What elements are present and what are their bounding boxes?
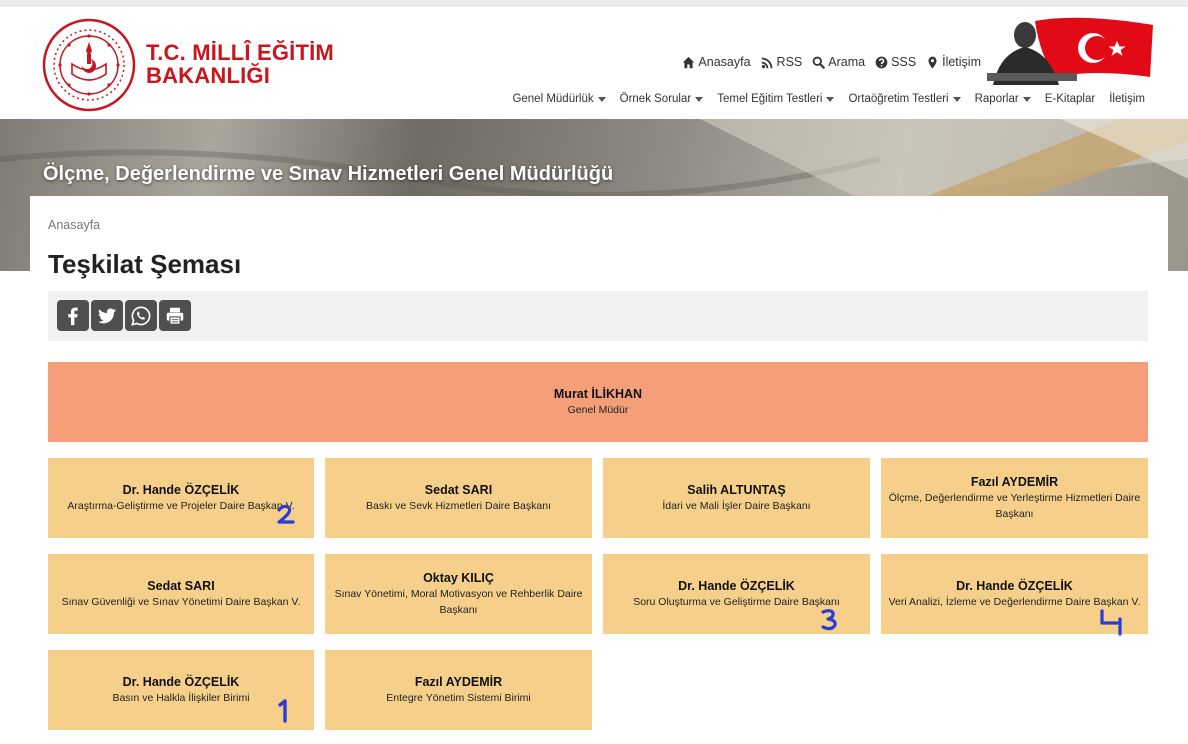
question-icon bbox=[875, 56, 888, 68]
whatsapp-icon bbox=[131, 305, 151, 326]
org-card-unit[interactable]: Dr. Hande ÖZÇELİK Araştırma-Geliştirme v… bbox=[48, 458, 314, 538]
nav-e-kitaplar[interactable]: E-Kitaplar bbox=[1045, 93, 1096, 105]
facebook-icon bbox=[68, 307, 78, 325]
person-role: Baskı ve Sevk Hizmetleri Daire Başkanı bbox=[366, 500, 551, 512]
person-name: Dr. Hande ÖZÇELİK bbox=[122, 483, 240, 497]
share-facebook-button[interactable] bbox=[57, 300, 89, 331]
nav-label: Örnek Sorular bbox=[619, 93, 692, 105]
org-card-unit[interactable]: Sedat SARI Baskı ve Sevk Hizmetleri Dair… bbox=[325, 458, 592, 538]
person-name: Dr. Hande ÖZÇELİK bbox=[956, 579, 1073, 593]
person-name: Salih ALTUNTAŞ bbox=[687, 483, 786, 497]
toplink-label: SSS bbox=[891, 55, 917, 69]
org-card-unit[interactable]: Salih ALTUNTAŞ İdari ve Mali İşler Daire… bbox=[603, 458, 870, 538]
org-card-unit[interactable]: Fazıl AYDEMİR Entegre Yönetim Sistemi Bi… bbox=[325, 650, 592, 730]
toplink-iletisim[interactable]: İletişim bbox=[926, 55, 981, 69]
toplink-arama[interactable]: Arama bbox=[812, 55, 865, 69]
share-twitter-button[interactable] bbox=[91, 300, 123, 331]
brand-title[interactable]: T.C. MİLLÎ EĞİTİM BAKANLIĞI bbox=[146, 41, 334, 87]
rss-icon bbox=[761, 57, 772, 68]
nav-label: İletişim bbox=[1109, 93, 1145, 105]
caret-down-icon bbox=[826, 96, 835, 102]
toplink-label: Anasayfa bbox=[698, 55, 751, 69]
person-name: Fazıl AYDEMİR bbox=[414, 675, 503, 689]
nav-label: Temel Eğitim Testleri bbox=[717, 93, 823, 105]
site-header: T.C. MİLLÎ EĞİTİM BAKANLIĞI Anasayfa RSS… bbox=[0, 7, 1188, 119]
toplink-label: RSS bbox=[776, 55, 803, 69]
person-role: Araştırma-Geliştirme ve Projeler Daire B… bbox=[67, 500, 295, 512]
handwritten-number-3 bbox=[821, 609, 837, 631]
person-role: Sınav Güvenliği ve Sınav Yönetimi Daire … bbox=[61, 596, 301, 608]
top-strip bbox=[0, 0, 1188, 7]
print-button[interactable] bbox=[159, 300, 191, 331]
caret-down-icon bbox=[1022, 96, 1031, 102]
handwritten-number-1 bbox=[278, 699, 287, 723]
caret-down-icon bbox=[952, 96, 961, 102]
nav-raporlar[interactable]: Raporlar bbox=[975, 93, 1031, 105]
person-name: Oktay KILIÇ bbox=[423, 571, 494, 585]
person-name: Murat İLİKHAN bbox=[553, 387, 643, 401]
home-icon bbox=[683, 56, 695, 68]
person-role: Soru Oluşturma ve Geliştirme Daire Başka… bbox=[633, 596, 840, 608]
banner-title: Ölçme, Değerlendirme ve Sınav Hizmetleri… bbox=[43, 163, 614, 185]
nav-label: Ortaöğretim Testleri bbox=[848, 93, 949, 105]
page-title: Teşkilat Şeması bbox=[48, 249, 242, 279]
org-card-unit[interactable]: Sedat SARI Sınav Güvenliği ve Sınav Yöne… bbox=[48, 554, 314, 634]
ataturk-flag-image bbox=[987, 17, 1153, 85]
handwritten-number-2 bbox=[277, 504, 295, 524]
caret-down-icon bbox=[695, 96, 704, 102]
brand-line-1: T.C. MİLLÎ EĞİTİM bbox=[146, 40, 334, 65]
brand-line-2: BAKANLIĞI bbox=[146, 63, 271, 88]
toplink-rss[interactable]: RSS bbox=[761, 55, 803, 69]
toplink-sss[interactable]: SSS bbox=[875, 55, 916, 69]
print-icon bbox=[166, 307, 184, 325]
content-panel: Anasayfa Teşkilat Şeması Murat İLİKHAN G… bbox=[30, 196, 1168, 744]
person-name: Sedat SARI bbox=[424, 483, 493, 497]
nav-label: Raporlar bbox=[974, 93, 1019, 105]
share-bar bbox=[48, 291, 1148, 341]
person-role: Ölçme, Değerlendirme ve Yerleştirme Hizm… bbox=[888, 492, 1141, 520]
main-nav: Genel Müdürlük Örnek Sorular Temel Eğiti… bbox=[512, 93, 1145, 105]
handwritten-number-4 bbox=[1100, 609, 1122, 636]
nav-label: E-Kitaplar bbox=[1044, 93, 1096, 105]
twitter-icon bbox=[97, 307, 117, 323]
toplink-label: İletişim bbox=[942, 55, 981, 69]
org-card-genel-mudur[interactable]: Murat İLİKHAN Genel Müdür bbox=[48, 362, 1148, 442]
nav-ortaogretim-testleri[interactable]: Ortaöğretim Testleri bbox=[848, 93, 961, 105]
person-name: Dr. Hande ÖZÇELİK bbox=[678, 579, 795, 593]
person-name: Sedat SARI bbox=[147, 579, 215, 593]
nav-genel-mudurluk[interactable]: Genel Müdürlük bbox=[512, 93, 606, 105]
toplink-anasayfa[interactable]: Anasayfa bbox=[682, 55, 751, 69]
person-role: Genel Müdür bbox=[567, 404, 629, 416]
person-role: İdari ve Mali İşler Daire Başkanı bbox=[662, 500, 811, 512]
share-whatsapp-button[interactable] bbox=[125, 300, 157, 331]
nav-iletisim[interactable]: İletişim bbox=[1109, 93, 1145, 105]
person-role: Basın ve Halkla İlişkiler Birimi bbox=[112, 692, 250, 704]
toplink-label: Arama bbox=[828, 55, 866, 69]
person-role: Sınav Yönetimi, Moral Motivasyon ve Rehb… bbox=[334, 588, 583, 616]
person-role: Entegre Yönetim Sistemi Birimi bbox=[386, 692, 531, 704]
map-marker-icon bbox=[928, 56, 937, 69]
person-name: Fazıl AYDEMİR bbox=[970, 475, 1059, 489]
nav-label: Genel Müdürlük bbox=[512, 93, 594, 105]
org-card-unit[interactable]: Oktay KILIÇ Sınav Yönetimi, Moral Motiva… bbox=[325, 554, 592, 634]
caret-down-icon bbox=[597, 96, 606, 102]
org-card-unit[interactable]: Fazıl AYDEMİR Ölçme, Değerlendirme ve Ye… bbox=[881, 458, 1148, 538]
meb-seal-logo[interactable] bbox=[42, 18, 136, 112]
nav-ornek-sorular[interactable]: Örnek Sorular bbox=[620, 93, 704, 105]
person-name: Dr. Hande ÖZÇELİK bbox=[122, 675, 240, 689]
breadcrumb-anasayfa[interactable]: Anasayfa bbox=[48, 218, 100, 232]
search-icon bbox=[812, 56, 826, 69]
top-links: Anasayfa RSS Arama SSS İletişim bbox=[682, 55, 981, 69]
nav-temel-egitim-testleri[interactable]: Temel Eğitim Testleri bbox=[717, 93, 835, 105]
